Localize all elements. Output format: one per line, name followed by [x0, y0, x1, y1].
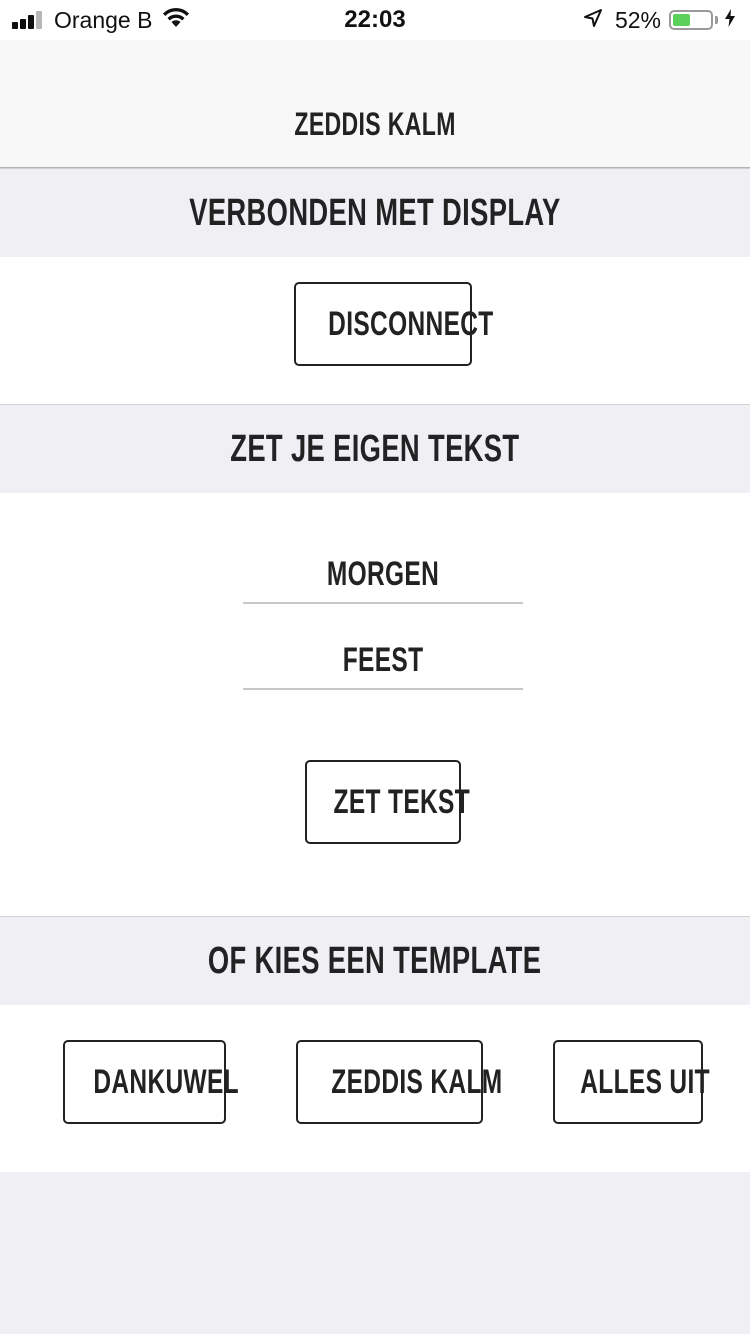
set-text-button[interactable]: ZET TEKST — [305, 760, 470, 844]
disconnect-button-label: DISCONNECT — [328, 305, 494, 343]
section-title-templates: OF KIES EEN TEMPLATE — [208, 940, 542, 982]
battery-icon — [669, 10, 713, 30]
text-line-2-value: FEEST — [342, 641, 424, 679]
template-button-label: DANKUWEL — [93, 1063, 239, 1101]
location-arrow-icon — [583, 7, 603, 34]
battery-percent: 52% — [614, 6, 661, 33]
text-line-2-input[interactable]: FEEST — [243, 630, 523, 690]
template-button-label: ZEDDIS KALM — [331, 1063, 503, 1101]
section-title-connection: VERBONDEN MET DISPLAY — [189, 192, 561, 234]
status-bar: Orange B 22:03 52% — [0, 0, 750, 40]
section-header-templates: OF KIES EEN TEMPLATE — [0, 916, 750, 1005]
text-line-1-input[interactable]: MORGEN — [243, 544, 523, 604]
template-button-label: ALLES UIT — [580, 1063, 710, 1101]
section-header-custom-text: ZET JE EIGEN TEKST — [0, 404, 750, 493]
connection-panel: DISCONNECT — [0, 257, 750, 404]
page-title: ZEDDIS KALM — [294, 106, 456, 142]
template-button-dankuwel[interactable]: DANKUWEL — [63, 1040, 239, 1124]
section-title-custom-text: ZET JE EIGEN TEKST — [230, 428, 520, 470]
text-line-1-value: MORGEN — [326, 555, 440, 593]
custom-text-panel: MORGEN FEEST ZET TEKST — [0, 493, 750, 916]
templates-panel: DANKUWEL ZEDDIS KALM ALLES UIT — [0, 1005, 750, 1172]
battery-fill — [673, 14, 690, 26]
disconnect-button[interactable]: DISCONNECT — [294, 282, 493, 366]
battery-cap — [715, 16, 718, 24]
charging-bolt-icon — [724, 7, 736, 34]
set-text-button-label: ZET TEKST — [333, 783, 471, 821]
nav-title-wrap: ZEDDIS KALM — [0, 104, 750, 144]
navigation-bar: ZEDDIS KALM — [0, 40, 750, 168]
section-header-connection: VERBONDEN MET DISPLAY — [0, 168, 750, 257]
status-right: 52% — [583, 6, 736, 34]
template-button-zeddis-kalm[interactable]: ZEDDIS KALM — [296, 1040, 502, 1124]
template-button-alles-uit[interactable]: ALLES UIT — [553, 1040, 710, 1124]
